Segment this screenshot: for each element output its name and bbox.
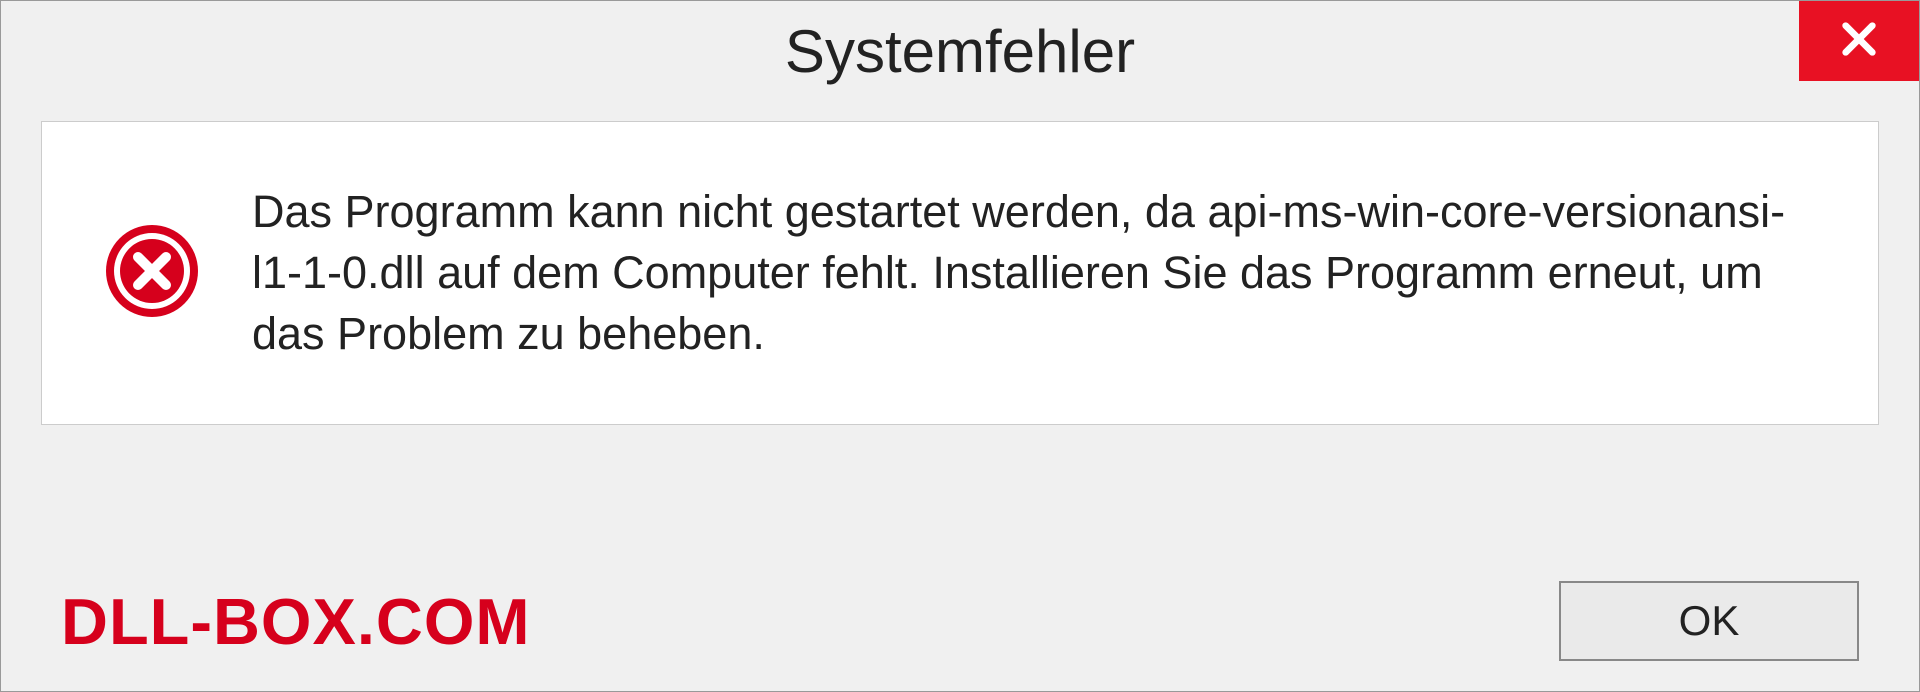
dialog-title: Systemfehler: [785, 17, 1135, 86]
error-message: Das Programm kann nicht gestartet werden…: [252, 182, 1818, 364]
content-panel: Das Programm kann nicht gestartet werden…: [41, 121, 1879, 425]
footer: DLL-BOX.COM OK: [1, 581, 1919, 661]
ok-button[interactable]: OK: [1559, 581, 1859, 661]
close-icon: [1839, 19, 1879, 64]
watermark-text: DLL-BOX.COM: [61, 584, 531, 659]
error-icon: [102, 221, 202, 326]
ok-button-label: OK: [1679, 597, 1740, 645]
titlebar: Systemfehler: [1, 1, 1919, 101]
close-button[interactable]: [1799, 1, 1919, 81]
